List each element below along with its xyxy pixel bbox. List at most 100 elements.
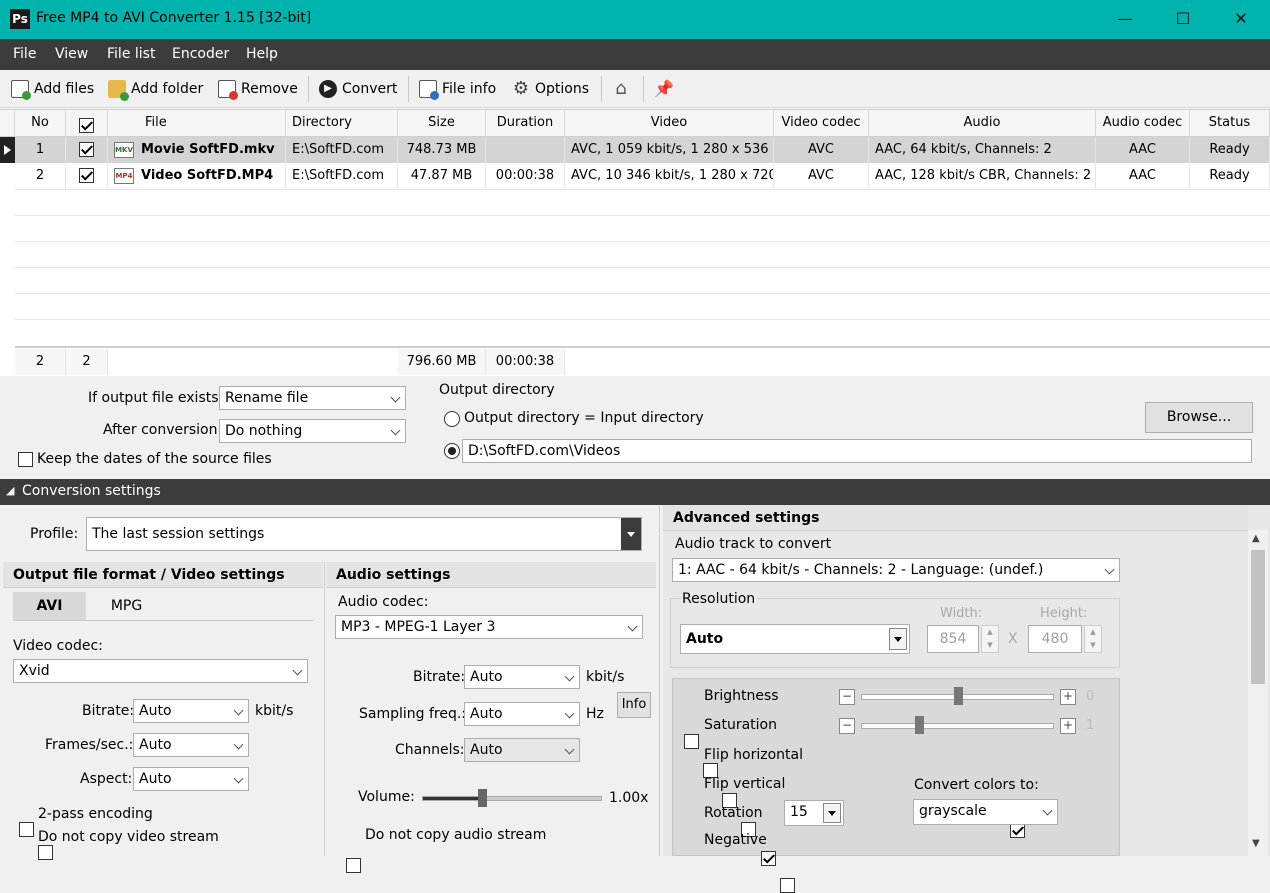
file-info-icon <box>419 80 439 100</box>
info-button[interactable]: Info <box>617 692 651 718</box>
collapse-icon: ◢ <box>6 484 15 497</box>
advanced-scrollbar[interactable]: ▲ ▼ <box>1248 530 1268 856</box>
menu-file-list[interactable]: File list <box>107 46 155 62</box>
row-checkbox[interactable] <box>79 168 94 183</box>
home-button[interactable]: ⌂ <box>612 78 630 100</box>
browse-button[interactable]: Browse... <box>1145 402 1253 433</box>
sampling-freq-select[interactable]: Auto <box>464 702 580 726</box>
height-input[interactable]: 480 <box>1028 625 1082 653</box>
negative-checkbox[interactable] <box>779 878 795 893</box>
channels-select[interactable]: Auto <box>464 738 580 762</box>
col-audio-codec[interactable]: Audio codec <box>1096 110 1190 137</box>
audio-codec-select[interactable]: MP3 - MPEG-1 Layer 3 <box>335 615 643 639</box>
audio-track-select[interactable]: 1: AAC - 64 kbit/s - Channels: 2 - Langu… <box>672 558 1120 582</box>
col-directory[interactable]: Directory <box>286 110 398 137</box>
add-files-button[interactable]: Add files <box>11 78 94 100</box>
no-copy-audio-checkbox[interactable] <box>346 858 361 873</box>
rotation-checkbox[interactable] <box>760 851 776 866</box>
saturation-slider[interactable] <box>861 716 1054 734</box>
menu-file[interactable]: File <box>13 46 36 62</box>
convert-colors-checkbox[interactable] <box>1009 823 1025 838</box>
col-video-codec[interactable]: Video codec <box>774 110 869 137</box>
brightness-plus-icon[interactable]: + <box>1060 689 1076 705</box>
brightness-slider[interactable] <box>861 687 1054 705</box>
maximize-button[interactable]: ☐ <box>1154 0 1212 39</box>
video-codec-select[interactable]: Xvid <box>13 659 308 683</box>
width-spinner-icon[interactable]: ▲ ▼ <box>981 625 999 653</box>
scrollbar-thumb[interactable] <box>1251 550 1265 684</box>
height-spinner-icon[interactable]: ▲ ▼ <box>1084 625 1102 653</box>
mkv-file-icon: MKV <box>114 141 134 158</box>
chevron-down-icon <box>1104 564 1115 575</box>
aspect-select[interactable]: Auto <box>133 767 249 791</box>
advanced-settings-header: Advanced settings <box>663 505 1248 531</box>
saturation-plus-icon[interactable]: + <box>1060 718 1076 734</box>
volume-value: 1.00x <box>609 790 649 806</box>
chevron-down-icon <box>233 739 244 750</box>
brightness-minus-icon[interactable]: − <box>839 689 855 705</box>
select-all-checkbox[interactable] <box>79 117 94 133</box>
video-bitrate-select[interactable]: Auto <box>133 699 249 723</box>
filters-panel <box>672 678 1120 856</box>
col-no[interactable]: No <box>15 110 66 137</box>
menu-bar: File View File list Encoder Help <box>0 39 1270 70</box>
audio-bitrate-select[interactable]: Auto <box>464 665 580 689</box>
if-exists-select[interactable]: Rename file <box>219 386 406 410</box>
home-icon: ⌂ <box>615 78 627 99</box>
custom-dir-radio[interactable] <box>444 443 460 459</box>
menu-encoder[interactable]: Encoder <box>172 46 229 62</box>
close-button[interactable]: ✕ <box>1212 0 1270 39</box>
col-file[interactable]: File <box>108 110 286 137</box>
remove-button[interactable]: Remove <box>218 78 298 100</box>
col-duration[interactable]: Duration <box>486 110 565 137</box>
audio-settings-header: Audio settings <box>326 562 656 588</box>
convert-button[interactable]: ▶ Convert <box>319 78 397 100</box>
resolution-dropdown-icon <box>889 628 907 650</box>
colors-select[interactable]: grayscale <box>913 799 1058 825</box>
app-icon: Ps <box>10 9 30 29</box>
volume-slider[interactable] <box>422 789 602 807</box>
two-pass-checkbox[interactable] <box>19 822 34 837</box>
conversion-settings-header[interactable]: ◢ Conversion settings <box>0 479 1270 505</box>
col-size[interactable]: Size <box>398 110 486 137</box>
after-conversion-select[interactable]: Do nothing <box>219 419 406 443</box>
menu-view[interactable]: View <box>55 46 88 62</box>
video-settings-header: Output file format / Video settings <box>3 562 323 588</box>
menu-help[interactable]: Help <box>246 46 278 62</box>
chevron-down-icon <box>564 708 575 719</box>
no-copy-video-checkbox[interactable] <box>38 845 54 860</box>
rotation-select[interactable]: 15 <box>784 800 844 826</box>
tab-avi[interactable]: AVI <box>13 592 86 620</box>
col-video[interactable]: Video <box>565 110 774 137</box>
resolution-select[interactable]: Auto <box>680 624 910 654</box>
pin-button[interactable]: 📌 <box>654 78 674 100</box>
col-audio[interactable]: Audio <box>869 110 1096 137</box>
file-info-button[interactable]: File info <box>419 78 496 100</box>
fps-select[interactable]: Auto <box>133 733 249 757</box>
tab-mpg[interactable]: MPG <box>90 592 163 620</box>
chevron-down-icon <box>564 744 575 755</box>
brightness-checkbox[interactable] <box>684 734 699 749</box>
profile-select[interactable]: The last session settings <box>86 517 642 551</box>
col-check[interactable] <box>66 110 108 137</box>
scroll-down-icon[interactable]: ▼ <box>1252 838 1260 849</box>
pin-icon: 📌 <box>654 79 674 98</box>
same-dir-radio[interactable] <box>444 411 460 427</box>
scroll-up-icon[interactable]: ▲ <box>1252 533 1260 544</box>
title-bar: Ps Free MP4 to AVI Converter 1.15 [32-bi… <box>0 0 1270 39</box>
output-dir-input[interactable]: D:\SoftFD.com\Videos <box>462 439 1252 463</box>
options-button[interactable]: ⚙ Options <box>512 78 589 100</box>
add-folder-button[interactable]: Add folder <box>108 78 203 101</box>
output-directory-label: Output directory <box>439 382 555 398</box>
saturation-minus-icon[interactable]: − <box>839 718 855 734</box>
rotation-dropdown-icon <box>823 803 841 823</box>
minimize-button[interactable]: — <box>1096 0 1154 39</box>
saturation-slider-thumb[interactable] <box>915 716 924 734</box>
brightness-slider-thumb[interactable] <box>954 687 963 705</box>
col-status[interactable]: Status <box>1190 110 1270 137</box>
total-count: 2 <box>15 349 66 375</box>
width-input[interactable]: 854 <box>927 625 979 653</box>
volume-slider-thumb[interactable] <box>478 789 487 807</box>
row-checkbox[interactable] <box>79 142 94 157</box>
keep-dates-checkbox[interactable] <box>18 452 33 467</box>
